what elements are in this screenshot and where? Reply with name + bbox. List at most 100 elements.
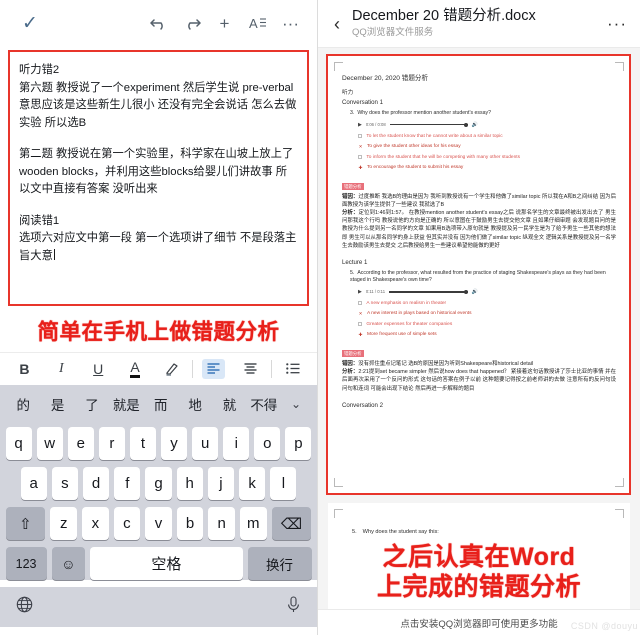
key-y[interactable]: y [161,427,188,460]
audio-player-2[interactable]: ▶ 0:11 / 0:11 🔊 [358,289,478,295]
bold-button[interactable]: B [6,362,43,376]
key-w[interactable]: w [36,427,63,460]
key-z[interactable]: z [50,507,78,540]
keyboard-row-2: a s d f g h j k l [3,467,314,500]
docx-title-group: December 20 错题分析.docx QQ浏览器文件服务 [350,8,604,39]
text-format-icon[interactable]: A [241,15,274,31]
doc-q1-option-3: ✚ To encourage the student to submit his… [358,164,616,171]
emoji-key[interactable]: ☺ [51,547,86,580]
key-i[interactable]: i [223,427,250,460]
key-g[interactable]: g [145,467,172,500]
key-s[interactable]: s [51,467,78,500]
text-format-bar: B I U A [0,352,317,385]
key-e[interactable]: e [67,427,94,460]
doc-question-1-number: 3. [350,110,355,116]
candidate-6[interactable]: 就 [212,394,246,414]
right-docx-viewer-panel: ‹ December 20 错题分析.docx QQ浏览器文件服务 ··· De… [318,0,640,635]
align-left-icon [202,359,226,379]
docx-service-subtitle: QQ浏览器文件服务 [352,27,434,38]
audio-play-icon[interactable]: ▶ [358,122,362,128]
virtual-keyboard: q w e r t y u i o p a s d f g h j k l ⇧ … [0,423,317,580]
option-mark-wrong: ✕ [358,144,363,149]
audio-progress-bar-1[interactable] [389,122,468,127]
space-key[interactable]: 空格 [90,547,243,580]
audio-knob-1[interactable] [463,122,468,127]
key-k[interactable]: k [239,467,266,500]
chevron-down-icon[interactable]: ⌄ [281,397,311,411]
key-c[interactable]: c [113,507,141,540]
more-options-icon[interactable]: ··· [274,15,307,32]
doc-page2-question: 5. Why does the student say this: [352,529,616,535]
key-x[interactable]: x [82,507,109,540]
key-o[interactable]: o [254,427,281,460]
highlighter-button[interactable] [154,361,191,378]
left-annotation-banner: 简单在手机上做错题分析 [37,320,280,344]
format-divider-2 [271,360,273,378]
page-corner-bottom-left [334,478,343,487]
doc-page2-question-text: Why does the student say this: [362,529,439,535]
key-t[interactable]: t [129,427,156,460]
candidate-1[interactable]: 是 [40,394,74,414]
redo-icon[interactable] [175,15,208,31]
key-p[interactable]: p [285,427,312,460]
underline-button[interactable]: U [80,362,117,376]
doc-page2-question-number: 5. [352,529,357,535]
analysis-1-reason-text: 过度推断 我选B的理由是因为 我听到教授说有一个学生和他做了similar to… [342,193,616,208]
key-b[interactable]: b [176,507,204,540]
add-icon[interactable]: + [208,15,241,32]
key-h[interactable]: h [176,467,203,500]
audio-speaker-icon[interactable]: 🔊 [472,289,478,295]
globe-icon[interactable] [16,596,33,618]
docx-more-icon[interactable]: ··· [604,14,630,34]
key-n[interactable]: n [208,507,235,540]
align-left-button[interactable] [195,359,232,379]
key-a[interactable]: a [20,467,47,500]
align-center-button[interactable] [232,362,269,376]
note-paragraph-2: 第二题 教授说在第一个实验里，科学家在山坡上放上了wooden blocks，并… [19,148,294,195]
audio-play-icon[interactable]: ▶ [358,289,362,295]
bullet-list-button[interactable] [274,362,311,376]
font-color-button[interactable]: A [117,360,154,378]
analysis-2-analysis-text: 2:21提到set became simpler 然后说how does tha… [342,369,616,392]
italic-button[interactable]: I [43,362,80,376]
docx-scroll-area[interactable]: December 20, 2020 错题分析 听力 Conversation 1… [318,48,640,635]
candidate-2[interactable]: 了 [75,394,109,414]
candidate-5[interactable]: 地 [178,394,212,414]
key-u[interactable]: u [192,427,219,460]
docx-page-1: December 20, 2020 错题分析 听力 Conversation 1… [328,56,630,493]
candidate-3[interactable]: 就是 [109,394,143,414]
key-r[interactable]: r [98,427,125,460]
candidate-7[interactable]: 不得 [247,394,281,414]
shift-key[interactable]: ⇧ [5,507,46,540]
backspace-key[interactable]: ⌫ [271,507,312,540]
option-checkbox [358,321,363,327]
audio-knob-2[interactable] [463,289,468,294]
key-l[interactable]: l [270,467,297,500]
return-key[interactable]: 换行 [247,547,312,580]
audio-progress-bar-2[interactable] [389,289,468,294]
option-text: Greater expenses for theater companies [366,321,453,327]
candidate-0[interactable]: 的 [6,394,40,414]
numbers-key[interactable]: 123 [5,547,47,580]
key-j[interactable]: j [207,467,235,500]
text-caret [53,248,55,260]
format-divider-1 [192,360,194,378]
confirm-check-icon[interactable]: ✓ [10,14,50,33]
key-f[interactable]: f [114,467,141,500]
back-icon[interactable]: ‹ [324,15,350,33]
candidate-4[interactable]: 而 [144,394,178,414]
note-editor-redbox[interactable]: 听力错2 第六题 教授说了一个experiment 然后学生说 pre-verb… [8,50,309,306]
right-annotation-banner: 之后认真在Word 上完成的错题分析 [318,542,640,602]
key-d[interactable]: d [82,467,110,500]
key-m[interactable]: m [239,507,267,540]
watermark: CSDN @douyu [570,621,638,631]
mic-icon[interactable] [286,596,301,618]
audio-time-2: 0:11 / 0:11 [365,289,386,295]
option-text: To inform the student that he will be co… [366,154,520,160]
page-corner-bottom-right [615,478,624,487]
key-q[interactable]: q [5,427,32,460]
audio-speaker-icon[interactable]: 🔊 [472,122,478,128]
undo-icon[interactable] [142,15,175,31]
audio-player-1[interactable]: ▶ 0:06 / 0:08 🔊 [358,122,478,128]
key-v[interactable]: v [145,507,172,540]
